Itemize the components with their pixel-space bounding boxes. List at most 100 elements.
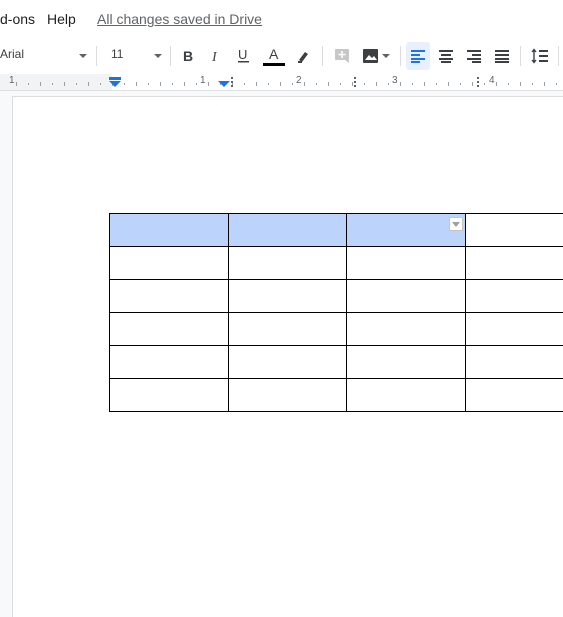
ruler-tick	[100, 83, 101, 85]
ruler-tick	[124, 83, 125, 85]
table-column-marker[interactable]	[231, 77, 234, 87]
align-center-button[interactable]	[436, 42, 456, 70]
ruler-tick	[52, 83, 53, 85]
align-left-icon	[410, 49, 426, 63]
table-cell[interactable]	[228, 379, 347, 412]
menu-help[interactable]: Help	[47, 11, 76, 27]
menu-bar: d-ons Help All changes saved in Drive	[0, 0, 563, 38]
table-cell[interactable]	[110, 214, 229, 247]
text-color-swatch	[263, 63, 285, 66]
highlight-button[interactable]	[294, 42, 314, 70]
horizontal-ruler[interactable]: 1 1 2 3 4	[0, 74, 563, 91]
svg-text:I: I	[211, 50, 218, 63]
ruler-tick	[196, 83, 197, 85]
table-cell[interactable]	[347, 313, 466, 346]
toolbar-separator	[400, 46, 401, 66]
table-cell[interactable]	[110, 313, 229, 346]
insert-image-button[interactable]	[358, 42, 392, 70]
underline-button[interactable]: U	[234, 42, 254, 70]
table-row	[110, 346, 563, 379]
table-cell[interactable]	[465, 313, 563, 346]
font-family-select[interactable]: Arial	[0, 47, 24, 61]
ruler-tick	[268, 83, 269, 85]
ruler-tick	[352, 82, 353, 86]
ruler-tick	[556, 83, 557, 85]
bold-icon: B	[181, 49, 195, 63]
ruler-number: 4	[489, 75, 495, 86]
table-cell[interactable]	[110, 346, 229, 379]
align-left-button[interactable]	[406, 42, 430, 70]
table-cell[interactable]	[110, 280, 229, 313]
ruler-tick	[244, 83, 245, 85]
table-cell[interactable]	[228, 214, 347, 247]
justify-button[interactable]	[492, 42, 512, 70]
ruler-tick	[88, 82, 89, 86]
right-indent-icon[interactable]	[217, 80, 231, 88]
ruler-tick	[292, 83, 293, 85]
ruler-tick	[364, 83, 365, 85]
insert-comment-icon	[334, 48, 350, 64]
bold-button[interactable]: B	[178, 42, 198, 70]
line-spacing-button[interactable]	[529, 42, 551, 70]
table-cell[interactable]	[228, 313, 347, 346]
table-column-marker[interactable]	[354, 77, 357, 87]
table-cell[interactable]	[228, 247, 347, 280]
table-cell[interactable]	[347, 214, 466, 247]
ruler-tick	[76, 83, 77, 85]
toolbar: Arial 11 B I U A	[0, 38, 563, 74]
ruler-tick	[412, 83, 413, 85]
ruler-tick	[520, 82, 521, 86]
table-cell[interactable]	[228, 346, 347, 379]
ruler-tick	[460, 83, 461, 85]
insert-comment-button[interactable]	[332, 42, 352, 70]
ruler-tick	[496, 82, 497, 86]
table-cell[interactable]	[465, 247, 563, 280]
table-cell[interactable]	[110, 379, 229, 412]
table-row	[110, 214, 563, 247]
ruler-tick	[424, 82, 425, 86]
save-status-link[interactable]: All changes saved in Drive	[97, 11, 262, 27]
font-size-select[interactable]: 11	[111, 47, 123, 61]
toolbar-separator	[520, 46, 521, 66]
document-page[interactable]	[13, 97, 563, 617]
table-row	[110, 280, 563, 313]
table-column-marker[interactable]	[477, 77, 480, 87]
table-cell[interactable]	[110, 247, 229, 280]
toolbar-separator	[170, 46, 171, 66]
table-cell[interactable]	[347, 280, 466, 313]
ruler-tick	[64, 82, 65, 86]
font-size-dropdown-icon[interactable]	[154, 54, 162, 58]
table-cell[interactable]	[347, 379, 466, 412]
cell-menu-chevron-icon[interactable]	[449, 217, 463, 231]
toolbar-separator	[558, 46, 559, 66]
table-cell[interactable]	[465, 214, 563, 247]
first-line-indent-icon[interactable]	[108, 76, 122, 88]
table-cell[interactable]	[347, 247, 466, 280]
align-right-icon	[466, 49, 482, 63]
ruler-tick	[340, 83, 341, 85]
document-table[interactable]	[109, 213, 563, 412]
ruler-tick	[508, 83, 509, 85]
table-cell[interactable]	[228, 280, 347, 313]
line-spacing-icon	[531, 48, 549, 64]
insert-image-dropdown-icon[interactable]	[382, 54, 390, 58]
table-cell[interactable]	[347, 346, 466, 379]
table-cell[interactable]	[465, 379, 563, 412]
ruler-tick	[328, 82, 329, 86]
svg-text:B: B	[183, 49, 193, 63]
ruler-tick	[544, 82, 545, 86]
ruler-tick	[316, 83, 317, 85]
font-family-dropdown-icon[interactable]	[79, 54, 87, 58]
align-center-icon	[438, 49, 454, 63]
italic-icon: I	[209, 49, 223, 63]
table-cell[interactable]	[465, 280, 563, 313]
text-color-button[interactable]: A	[262, 42, 286, 70]
menu-addons[interactable]: d-ons	[0, 11, 35, 27]
highlight-icon	[296, 48, 312, 64]
svg-text:A: A	[269, 47, 279, 62]
table-cell[interactable]	[465, 346, 563, 379]
italic-button[interactable]: I	[206, 42, 226, 70]
ruler-tick	[472, 82, 473, 86]
align-right-button[interactable]	[464, 42, 484, 70]
ruler-tick	[40, 82, 41, 86]
